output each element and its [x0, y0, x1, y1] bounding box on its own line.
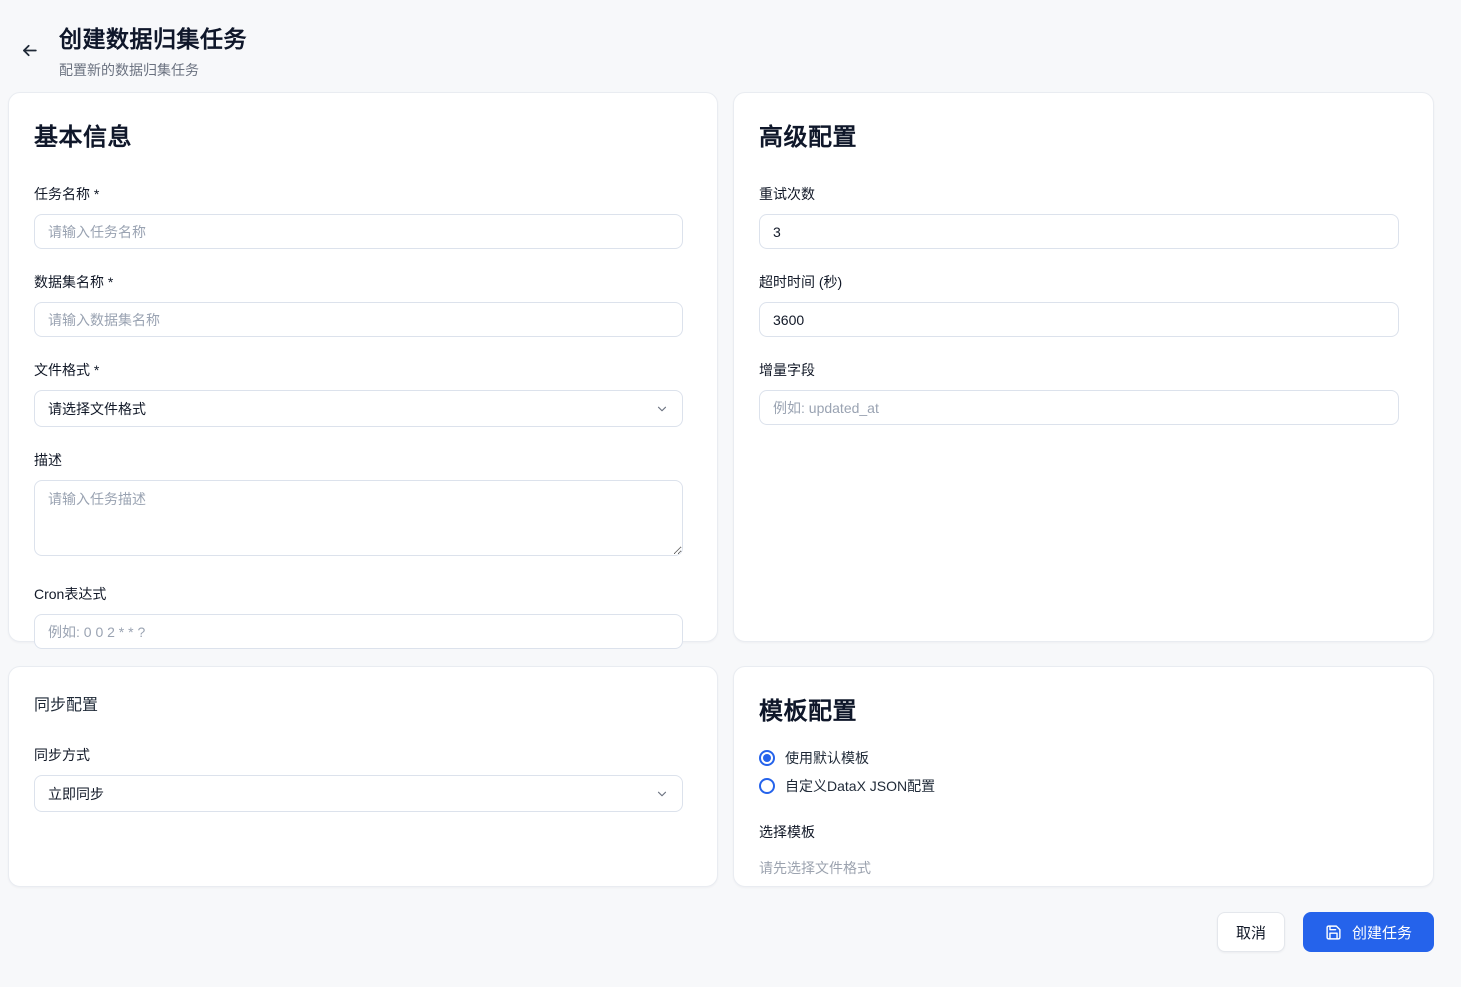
sync-config-card: 同步配置 同步方式 立即同步: [8, 666, 718, 887]
radio-custom-datax[interactable]: 自定义DataX JSON配置: [759, 776, 1399, 796]
retry-input[interactable]: [759, 214, 1399, 249]
description-label: 描述: [34, 450, 683, 470]
template-config-card: 模板配置 使用默认模板 自定义DataX JSON配置 选择模板 请先选择文件格…: [733, 666, 1434, 887]
basic-info-card: 基本信息 任务名称 * 数据集名称 * 文件格式 * 请选择文件格式 描述: [8, 92, 718, 642]
timeout-input[interactable]: [759, 302, 1399, 337]
save-icon: [1325, 924, 1342, 941]
file-format-label: 文件格式 *: [34, 360, 683, 380]
incremental-label: 增量字段: [759, 360, 1399, 380]
arrow-left-icon: [20, 41, 39, 60]
cron-input[interactable]: [34, 614, 683, 649]
retry-label: 重试次数: [759, 184, 1399, 204]
timeout-field: 超时时间 (秒): [759, 272, 1399, 337]
footer-actions: 取消 创建任务: [0, 887, 1461, 982]
create-task-button-label: 创建任务: [1352, 922, 1412, 943]
chevron-down-icon: [655, 402, 669, 416]
file-format-select-value: 请选择文件格式: [48, 399, 146, 419]
template-select-label: 选择模板: [759, 822, 1399, 842]
sync-mode-field: 同步方式 立即同步: [34, 745, 683, 812]
incremental-input[interactable]: [759, 390, 1399, 425]
dataset-name-field: 数据集名称 *: [34, 272, 683, 337]
timeout-label: 超时时间 (秒): [759, 272, 1399, 292]
sync-mode-label: 同步方式: [34, 745, 683, 765]
create-task-button[interactable]: 创建任务: [1303, 912, 1434, 952]
page-title: 创建数据归集任务: [59, 20, 247, 54]
page-header: 创建数据归集任务 配置新的数据归集任务: [0, 0, 1461, 92]
template-select-hint: 请先选择文件格式: [759, 858, 1399, 878]
radio-custom-datax-label: 自定义DataX JSON配置: [785, 776, 935, 796]
radio-selected-icon[interactable]: [759, 750, 775, 766]
chevron-down-icon: [655, 787, 669, 801]
form-grid: 基本信息 任务名称 * 数据集名称 * 文件格式 * 请选择文件格式 描述: [0, 92, 1461, 887]
advanced-config-card: 高级配置 重试次数 超时时间 (秒) 增量字段: [733, 92, 1434, 642]
incremental-field: 增量字段: [759, 360, 1399, 425]
template-select-field: 选择模板 请先选择文件格式: [759, 822, 1399, 878]
sync-config-title: 同步配置: [34, 691, 683, 715]
cron-field: Cron表达式: [34, 584, 683, 649]
advanced-config-title: 高级配置: [759, 117, 1399, 152]
template-radio-group: 使用默认模板 自定义DataX JSON配置: [759, 748, 1399, 796]
sync-mode-select-value: 立即同步: [48, 784, 104, 804]
task-name-input[interactable]: [34, 214, 683, 249]
template-config-title: 模板配置: [759, 691, 1399, 726]
description-field: 描述: [34, 450, 683, 561]
page-subtitle: 配置新的数据归集任务: [59, 60, 247, 80]
back-button[interactable]: [15, 36, 43, 64]
dataset-name-input[interactable]: [34, 302, 683, 337]
cancel-button[interactable]: 取消: [1217, 912, 1285, 952]
sync-mode-select[interactable]: 立即同步: [34, 775, 683, 812]
file-format-field: 文件格式 * 请选择文件格式: [34, 360, 683, 427]
radio-unselected-icon[interactable]: [759, 778, 775, 794]
basic-info-title: 基本信息: [34, 117, 683, 152]
radio-default-template[interactable]: 使用默认模板: [759, 748, 1399, 768]
file-format-select[interactable]: 请选择文件格式: [34, 390, 683, 427]
cron-label: Cron表达式: [34, 584, 683, 604]
description-textarea[interactable]: [34, 480, 683, 556]
dataset-name-label: 数据集名称 *: [34, 272, 683, 292]
task-name-field: 任务名称 *: [34, 184, 683, 249]
radio-default-template-label: 使用默认模板: [785, 748, 869, 768]
retry-field: 重试次数: [759, 184, 1399, 249]
task-name-label: 任务名称 *: [34, 184, 683, 204]
